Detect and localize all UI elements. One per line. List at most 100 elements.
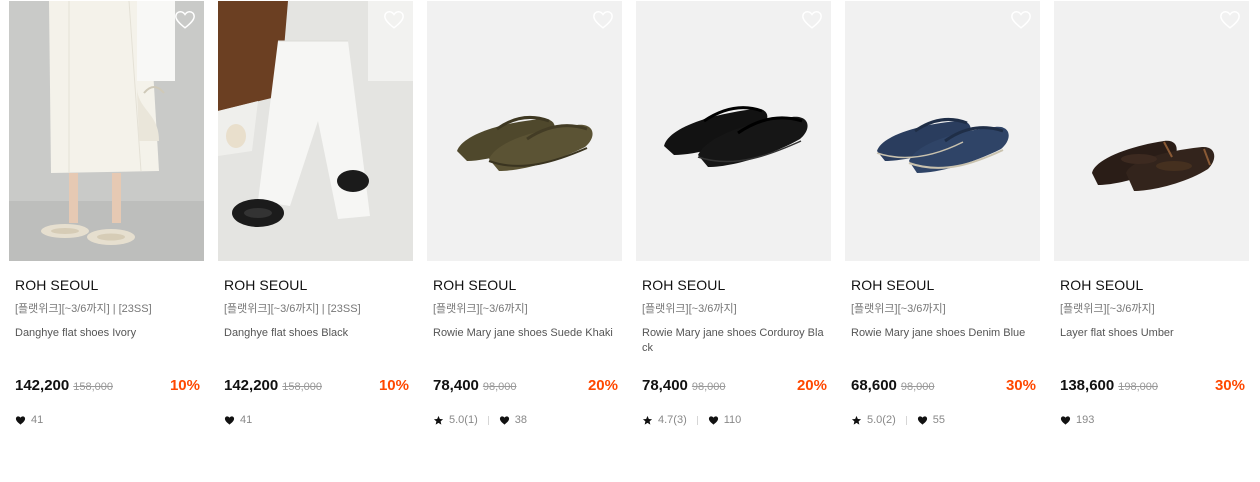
divider <box>696 415 698 425</box>
star-icon <box>851 415 862 426</box>
product-card[interactable]: ROH SEOUL [플랫위크][~3/6까지] Rowie Mary jane… <box>427 1 622 426</box>
brand-name[interactable]: ROH SEOUL <box>15 277 204 294</box>
denim-mary-jane-image <box>845 1 1040 261</box>
discount-rate: 10% <box>378 377 409 394</box>
discount-rate: 30% <box>1214 377 1245 394</box>
likes-count: 41 <box>31 414 44 426</box>
discount-rate: 30% <box>1005 377 1036 394</box>
brand-name[interactable]: ROH SEOUL <box>1060 277 1249 294</box>
star-icon <box>433 415 444 426</box>
heart-icon <box>917 415 928 426</box>
original-price: 158,000 <box>282 381 322 393</box>
heart-icon <box>708 415 719 426</box>
heart-icon <box>1060 415 1071 426</box>
umber-flat-image <box>1054 1 1249 261</box>
sale-price: 68,600 <box>851 377 897 394</box>
price-row: 138,600 198,000 30% <box>1060 377 1245 397</box>
black-corduroy-mary-jane-image <box>636 1 831 261</box>
meta-row: 5.0(2) 55 <box>851 413 945 427</box>
sale-price: 142,200 <box>15 377 70 394</box>
price-row: 68,600 98,000 30% <box>851 377 1036 397</box>
product-image[interactable] <box>9 1 204 261</box>
product-card[interactable]: ROH SEOUL [플랫위크][~3/6까지] Rowie Mary jane… <box>845 1 1040 426</box>
original-price: 198,000 <box>1118 381 1158 393</box>
discount-rate: 10% <box>169 377 200 394</box>
khaki-mary-jane-image <box>427 1 622 261</box>
wishlist-heart-icon[interactable] <box>174 9 196 31</box>
wishlist-heart-icon[interactable] <box>801 9 823 31</box>
rating-value: 5.0(1) <box>449 414 478 426</box>
product-image[interactable] <box>427 1 622 261</box>
price-row: 78,400 98,000 20% <box>642 377 827 397</box>
product-name[interactable]: Rowie Mary jane shoes Suede Khaki <box>433 326 616 356</box>
brand-name[interactable]: ROH SEOUL <box>433 277 622 294</box>
likes-count: 41 <box>240 414 253 426</box>
likes: 55 <box>917 414 945 426</box>
brand-name[interactable]: ROH SEOUL <box>224 277 413 294</box>
brand-name[interactable]: ROH SEOUL <box>851 277 1040 294</box>
model-black-flats-image <box>218 1 413 261</box>
meta-row: 41 <box>15 413 43 427</box>
meta-row: 4.7(3) 110 <box>642 413 741 427</box>
likes: 38 <box>499 414 527 426</box>
rating: 5.0(2) <box>851 414 896 426</box>
likes-count: 38 <box>514 414 527 426</box>
product-card[interactable]: ROH SEOUL [플랫위크][~3/6까지] | [23SS] Danghy… <box>9 1 204 426</box>
product-card[interactable]: ROH SEOUL [플랫위크][~3/6까지] Layer flat shoe… <box>1054 1 1249 426</box>
product-image[interactable] <box>1054 1 1249 261</box>
wishlist-heart-icon[interactable] <box>1219 9 1241 31</box>
product-card[interactable]: ROH SEOUL [플랫위크][~3/6까지] | [23SS] Danghy… <box>218 1 413 426</box>
original-price: 98,000 <box>691 381 726 393</box>
heart-icon <box>499 415 510 426</box>
price-row: 78,400 98,000 20% <box>433 377 618 397</box>
likes: 41 <box>15 414 43 426</box>
sale-price: 138,600 <box>1060 377 1115 394</box>
meta-row: 41 <box>224 413 252 427</box>
product-image[interactable] <box>636 1 831 261</box>
original-price: 98,000 <box>482 381 517 393</box>
wishlist-heart-icon[interactable] <box>592 9 614 31</box>
product-name[interactable]: Rowie Mary jane shoes Denim Blue <box>851 326 1034 356</box>
heart-icon <box>224 415 235 426</box>
likes-count: 110 <box>723 414 742 426</box>
product-name[interactable]: Danghye flat shoes Ivory <box>15 326 198 356</box>
wishlist-heart-icon[interactable] <box>1010 9 1032 31</box>
heart-icon <box>15 415 26 426</box>
meta-row: 193 <box>1060 413 1094 427</box>
product-card[interactable]: ROH SEOUL [플랫위크][~3/6까지] Rowie Mary jane… <box>636 1 831 426</box>
sale-price: 142,200 <box>224 377 279 394</box>
product-image[interactable] <box>218 1 413 261</box>
promo-tag: [플랫위크][~3/6까지] | [23SS] <box>224 303 361 315</box>
product-name[interactable]: Layer flat shoes Umber <box>1060 326 1243 356</box>
original-price: 98,000 <box>900 381 935 393</box>
product-image[interactable] <box>845 1 1040 261</box>
price-row: 142,200 158,000 10% <box>224 377 409 397</box>
rating-value: 5.0(2) <box>867 414 896 426</box>
discount-rate: 20% <box>587 377 618 394</box>
discount-rate: 20% <box>796 377 827 394</box>
sale-price: 78,400 <box>642 377 688 394</box>
promo-tag: [플랫위크][~3/6까지] <box>642 303 737 315</box>
promo-tag: [플랫위크][~3/6까지] <box>433 303 528 315</box>
product-name[interactable]: Danghye flat shoes Black <box>224 326 407 356</box>
rating-value: 4.7(3) <box>658 414 687 426</box>
meta-row: 5.0(1) 38 <box>433 413 527 427</box>
rating: 5.0(1) <box>433 414 478 426</box>
brand-name[interactable]: ROH SEOUL <box>642 277 831 294</box>
likes-count: 193 <box>1076 414 1095 426</box>
rating: 4.7(3) <box>642 414 687 426</box>
model-ivory-flats-image <box>9 1 204 261</box>
original-price: 158,000 <box>73 381 113 393</box>
product-grid: ROH SEOUL [플랫위크][~3/6까지] | [23SS] Danghy… <box>0 0 1260 482</box>
sale-price: 78,400 <box>433 377 479 394</box>
likes: 110 <box>708 414 742 426</box>
promo-tag: [플랫위크][~3/6까지] <box>1060 303 1155 315</box>
wishlist-heart-icon[interactable] <box>383 9 405 31</box>
promo-tag: [플랫위크][~3/6까지] <box>851 303 946 315</box>
likes: 193 <box>1060 414 1094 426</box>
likes: 41 <box>224 414 252 426</box>
divider <box>905 415 907 425</box>
price-row: 142,200 158,000 10% <box>15 377 200 397</box>
divider <box>487 415 489 425</box>
product-name[interactable]: Rowie Mary jane shoes Corduroy Black <box>642 326 825 356</box>
